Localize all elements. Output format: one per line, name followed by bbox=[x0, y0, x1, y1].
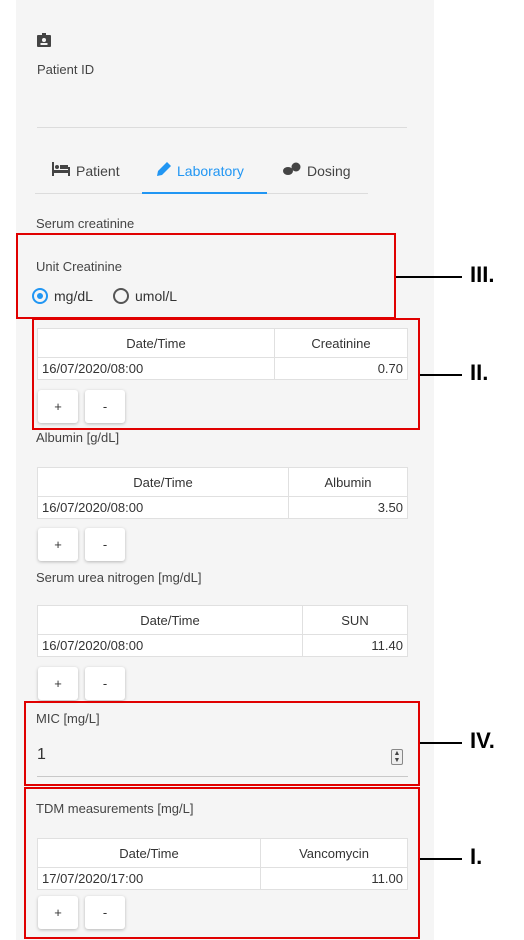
active-tab-indicator bbox=[142, 192, 267, 194]
table-row[interactable]: 16/07/2020/08:00 11.40 bbox=[37, 634, 408, 657]
annotation-line-ii bbox=[420, 374, 462, 376]
pills-icon bbox=[283, 162, 301, 179]
annotation-line-iii bbox=[396, 276, 462, 278]
column-header-datetime[interactable]: Date/Time bbox=[37, 605, 303, 635]
cell-sun[interactable]: 11.40 bbox=[302, 634, 408, 657]
tab-laboratory[interactable]: Laboratory bbox=[157, 162, 244, 179]
tab-dosing-label: Dosing bbox=[307, 162, 351, 179]
tab-dosing[interactable]: Dosing bbox=[283, 162, 351, 179]
remove-sun-button[interactable]: - bbox=[85, 667, 125, 700]
annotation-box-ii bbox=[32, 318, 420, 430]
annotation-line-i bbox=[420, 858, 462, 860]
sun-table: Date/Time SUN 16/07/2020/08:00 11.40 bbox=[37, 605, 408, 657]
cell-datetime[interactable]: 16/07/2020/08:00 bbox=[37, 634, 303, 657]
albumin-table: Date/Time Albumin 16/07/2020/08:00 3.50 bbox=[37, 467, 408, 519]
tab-laboratory-label: Laboratory bbox=[177, 162, 244, 179]
tab-patient-label: Patient bbox=[76, 162, 120, 179]
albumin-heading: Albumin [g/dL] bbox=[36, 430, 120, 445]
remove-albumin-button[interactable]: - bbox=[85, 528, 125, 561]
annotation-label-iii: III. bbox=[470, 262, 495, 287]
patient-id-label: Patient ID bbox=[37, 62, 95, 77]
column-header-datetime[interactable]: Date/Time bbox=[37, 467, 289, 497]
serum-creatinine-heading: Serum creatinine bbox=[36, 216, 135, 231]
annotation-box-iv bbox=[24, 701, 420, 786]
pen-icon bbox=[157, 162, 171, 179]
tab-patient[interactable]: Patient bbox=[52, 162, 120, 179]
add-albumin-button[interactable]: + bbox=[38, 528, 78, 561]
patient-id-input[interactable] bbox=[37, 96, 407, 124]
sun-heading: Serum urea nitrogen [mg/dL] bbox=[36, 570, 202, 585]
cell-albumin[interactable]: 3.50 bbox=[288, 496, 408, 519]
annotation-line-iv bbox=[420, 742, 462, 744]
annotation-box-i bbox=[24, 787, 420, 939]
column-header-sun[interactable]: SUN bbox=[302, 605, 408, 635]
patient-id-underline bbox=[37, 127, 407, 128]
annotation-label-ii: II. bbox=[470, 360, 489, 385]
badge-icon bbox=[37, 33, 51, 47]
annotation-label-iv: IV. bbox=[470, 728, 495, 753]
annotation-box-iii bbox=[16, 233, 396, 319]
annotation-label-i: I. bbox=[470, 844, 483, 869]
column-header-albumin[interactable]: Albumin bbox=[288, 467, 408, 497]
add-sun-button[interactable]: + bbox=[38, 667, 78, 700]
table-row[interactable]: 16/07/2020/08:00 3.50 bbox=[37, 496, 408, 519]
bed-icon bbox=[52, 162, 70, 179]
cell-datetime[interactable]: 16/07/2020/08:00 bbox=[37, 496, 289, 519]
